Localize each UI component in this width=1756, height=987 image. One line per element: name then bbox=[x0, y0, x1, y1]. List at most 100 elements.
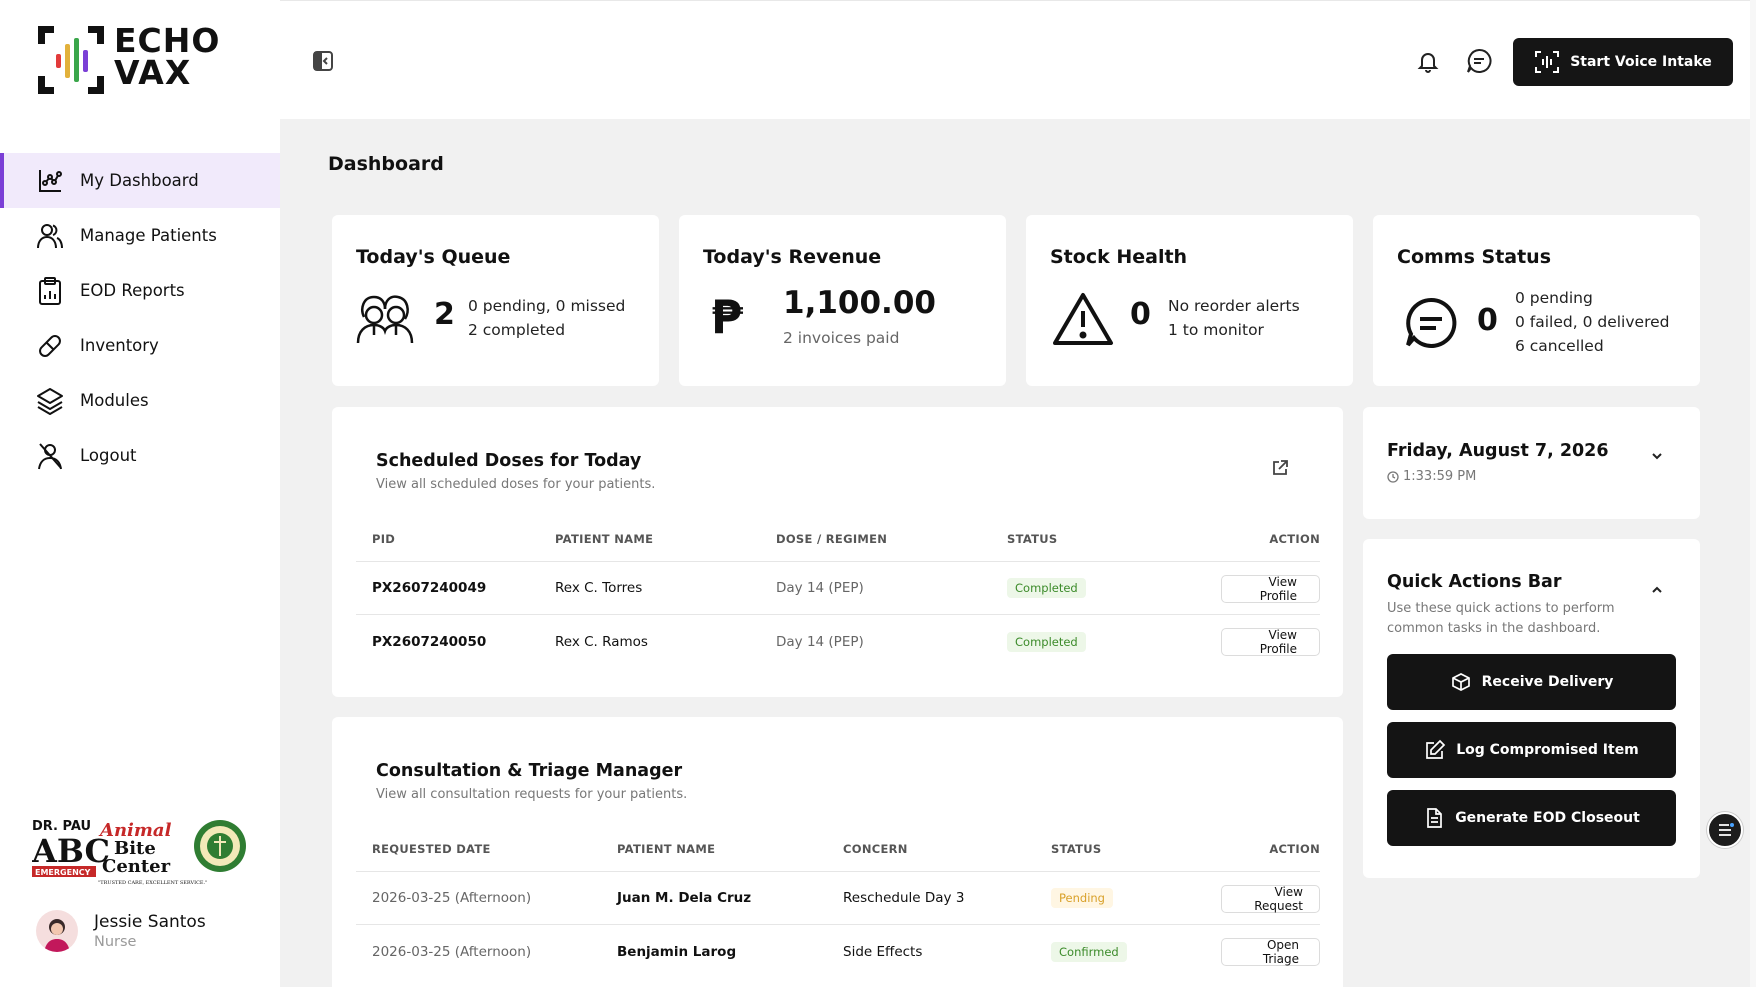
stat-title: Today's Revenue bbox=[703, 246, 882, 268]
stock-line-2: 1 to monitor bbox=[1168, 321, 1264, 339]
sidebar-item-label: Modules bbox=[80, 391, 149, 410]
current-time-row: 1:33:59 PM bbox=[1387, 469, 1476, 484]
status-badge: Completed bbox=[1007, 631, 1086, 652]
date-card[interactable]: Friday, August 7, 2026 1:33:59 PM bbox=[1363, 407, 1700, 519]
warning-icon bbox=[1053, 293, 1113, 345]
receive-delivery-button[interactable]: Receive Delivery bbox=[1387, 654, 1676, 710]
panel-subtitle: View all consultation requests for your … bbox=[376, 787, 688, 802]
button-label: Generate EOD Closeout bbox=[1455, 810, 1640, 826]
log-compromised-item-button[interactable]: Log Compromised Item bbox=[1387, 722, 1676, 778]
sidebar-item-label: EOD Reports bbox=[80, 281, 185, 300]
sidebar-item-label: My Dashboard bbox=[80, 171, 199, 190]
generate-eod-closeout-button[interactable]: Generate EOD Closeout bbox=[1387, 790, 1676, 846]
logo-mark-icon bbox=[38, 26, 104, 94]
comms-line-2: 0 failed, 0 delivered bbox=[1515, 313, 1670, 331]
view-request-button[interactable]: View Request bbox=[1221, 884, 1320, 913]
clinic-logo-line-6: Center bbox=[102, 856, 171, 877]
stat-title: Today's Queue bbox=[356, 246, 511, 268]
todays-revenue-card: Today's Revenue ₱ 1,100.00 2 invoices pa… bbox=[679, 215, 1006, 386]
bell-icon[interactable] bbox=[1416, 49, 1440, 73]
top-bar: Start Voice Intake bbox=[280, 0, 1756, 119]
cell-dose: Day 14 (PEP) bbox=[776, 580, 864, 596]
cell-requested-date: 2026-03-25 (Afternoon) bbox=[372, 943, 532, 960]
status-badge: Confirmed bbox=[1051, 941, 1127, 962]
sidebar-item-my-dashboard[interactable]: My Dashboard bbox=[0, 153, 280, 208]
scheduled-doses-panel: Scheduled Doses for Today View all sched… bbox=[332, 407, 1343, 697]
stock-line-1: No reorder alerts bbox=[1168, 297, 1300, 315]
panel-title: Consultation & Triage Manager bbox=[376, 761, 683, 781]
sidebar-item-logout[interactable]: Logout bbox=[0, 428, 280, 483]
queue-line-1: 0 pending, 0 missed bbox=[468, 297, 626, 315]
cell-patient-name: Rex C. Ramos bbox=[555, 633, 648, 650]
sidebar-item-manage-patients[interactable]: Manage Patients bbox=[0, 208, 280, 263]
cell-patient-name: Rex C. Torres bbox=[555, 580, 643, 596]
chevron-up-icon[interactable] bbox=[1650, 583, 1664, 597]
todays-queue-card: Today's Queue 2 0 pending, 0 missed 2 co… bbox=[332, 215, 659, 386]
button-label: Receive Delivery bbox=[1481, 674, 1614, 690]
sidebar-item-modules[interactable]: Modules bbox=[0, 373, 280, 428]
user-profile[interactable]: Jessie Santos Nurse bbox=[36, 910, 206, 952]
cell-concern: Side Effects bbox=[843, 943, 923, 960]
users-icon bbox=[34, 220, 66, 252]
sidebar-item-label: Manage Patients bbox=[80, 226, 217, 245]
layers-icon bbox=[34, 385, 66, 417]
box-icon bbox=[1451, 673, 1470, 691]
cell-patient-name: Benjamin Larog bbox=[617, 943, 737, 960]
table-row: 2026-03-25 (Afternoon) Benjamin Larog Si… bbox=[356, 925, 1320, 978]
document-icon bbox=[1427, 808, 1443, 828]
view-profile-button[interactable]: View Profile bbox=[1221, 628, 1320, 656]
col-pid: PID bbox=[372, 531, 396, 546]
cell-pid: PX2607240049 bbox=[372, 580, 487, 596]
panel-title: Scheduled Doses for Today bbox=[376, 451, 642, 471]
sidebar-toggle-icon[interactable] bbox=[312, 50, 334, 72]
stat-title: Comms Status bbox=[1397, 246, 1552, 268]
cell-pid: PX2607240050 bbox=[372, 633, 487, 650]
sidebar: ECHO VAX My Dashboard Manage Patients EO… bbox=[0, 0, 280, 987]
logo-line-2: VAX bbox=[114, 53, 192, 92]
start-voice-intake-button[interactable]: Start Voice Intake bbox=[1513, 38, 1733, 86]
sidebar-item-label: Logout bbox=[80, 446, 137, 465]
clinic-logo: DR. PAU ABC EMERGENCY Animal Bite Center… bbox=[31, 816, 248, 888]
revenue-summary: 2 invoices paid bbox=[783, 329, 900, 347]
user-name: Jessie Santos bbox=[94, 912, 206, 932]
external-link-icon[interactable] bbox=[1271, 459, 1289, 477]
queue-line-2: 2 completed bbox=[468, 321, 566, 339]
status-badge: Completed bbox=[1007, 578, 1086, 598]
current-date: Friday, August 7, 2026 bbox=[1387, 441, 1609, 461]
sidebar-nav: My Dashboard Manage Patients EOD Reports… bbox=[0, 153, 280, 483]
scrollbar[interactable] bbox=[1750, 0, 1756, 987]
voice-icon bbox=[1535, 51, 1560, 73]
floating-menu-button[interactable] bbox=[1707, 812, 1743, 848]
current-time: 1:33:59 PM bbox=[1403, 469, 1477, 484]
app-logo[interactable]: ECHO VAX bbox=[36, 24, 236, 96]
view-profile-button[interactable]: View Profile bbox=[1221, 574, 1320, 603]
table-header: REQUESTED DATE PATIENT NAME CONCERN STAT… bbox=[356, 826, 1320, 872]
peso-icon: ₱ bbox=[711, 290, 744, 344]
queue-count: 2 bbox=[434, 297, 455, 332]
button-label: Log Compromised Item bbox=[1456, 742, 1639, 758]
chevron-down-icon[interactable] bbox=[1650, 449, 1664, 463]
cell-concern: Reschedule Day 3 bbox=[843, 890, 965, 906]
open-triage-button[interactable]: Open Triage bbox=[1221, 938, 1320, 966]
triage-table: REQUESTED DATE PATIENT NAME CONCERN STAT… bbox=[356, 826, 1320, 978]
comms-summary: 0 pending 0 failed, 0 delivered 6 cancel… bbox=[1515, 286, 1669, 358]
col-concern: CONCERN bbox=[843, 841, 908, 856]
sidebar-item-inventory[interactable]: Inventory bbox=[0, 318, 280, 373]
quick-actions-subtitle: Use these quick actions to perform commo… bbox=[1387, 599, 1615, 639]
voice-button-label: Start Voice Intake bbox=[1570, 54, 1712, 70]
col-action: ACTION bbox=[1269, 531, 1320, 546]
chat-icon[interactable] bbox=[1466, 48, 1492, 74]
quick-actions-subtitle-2: common tasks in the dashboard. bbox=[1387, 621, 1601, 636]
logout-icon bbox=[34, 440, 66, 472]
sidebar-item-eod-reports[interactable]: EOD Reports bbox=[0, 263, 280, 318]
edit-icon bbox=[1426, 739, 1446, 759]
avatar bbox=[36, 910, 78, 952]
clinic-logo-line-2: ABC bbox=[32, 832, 110, 870]
col-requested-date: REQUESTED DATE bbox=[372, 841, 491, 856]
status-badge: Pending bbox=[1051, 888, 1113, 908]
table-row: PX2607240049 Rex C. Torres Day 14 (PEP) … bbox=[356, 562, 1320, 615]
table-row: 2026-03-25 (Afternoon) Juan M. Dela Cruz… bbox=[356, 872, 1320, 925]
clock-icon bbox=[1387, 470, 1399, 483]
revenue-amount: 1,100.00 bbox=[783, 285, 936, 321]
queue-summary: 0 pending, 0 missed 2 completed bbox=[468, 294, 625, 342]
